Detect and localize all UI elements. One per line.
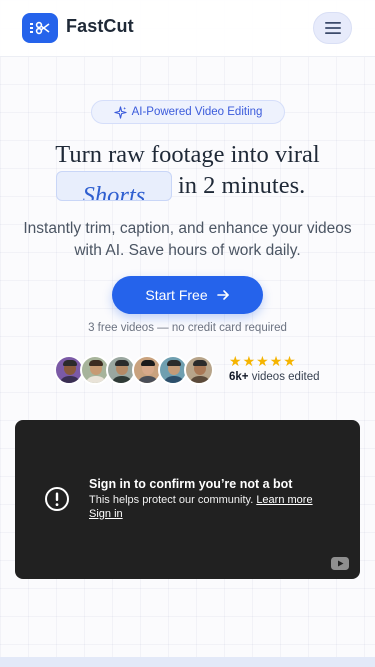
headline-highlight-box: Shorts (56, 171, 172, 201)
user-avatars (54, 355, 216, 385)
start-free-button[interactable]: Start Free (112, 276, 263, 314)
badge-label: AI-Powered Video Editing (131, 106, 263, 118)
start-free-label: Start Free (145, 287, 208, 303)
youtube-logo-icon[interactable] (331, 557, 349, 570)
hero-badge: AI-Powered Video Editing (91, 100, 285, 124)
arrow-right-icon (216, 290, 229, 300)
brand-name[interactable]: FastCut (66, 16, 134, 37)
rating-block: ★ ★ ★ ★ ★ 6k+ videos edited (229, 355, 319, 383)
hero-headline-line1: Turn raw footage into viral (55, 141, 320, 168)
videos-edited-count: 6k+ (229, 371, 249, 383)
avatar (184, 355, 214, 385)
alert-circle-icon (45, 487, 69, 511)
scissors-icon (30, 21, 50, 35)
videos-edited-text: 6k+ videos edited (229, 371, 319, 383)
star-icon: ★ (269, 354, 283, 370)
sign-in-link[interactable]: Sign in (89, 508, 123, 520)
hero-headline-line2: Shorts in 2 minutes. (56, 170, 305, 202)
star-icon: ★ (229, 354, 242, 370)
star-icon: ★ (283, 354, 296, 370)
hero-subtitle: Instantly trim, caption, and enhance you… (23, 220, 352, 259)
logo[interactable] (22, 13, 58, 43)
star-icon: ★ (256, 354, 269, 370)
headline-highlight: Shorts (82, 182, 146, 201)
bot-check-description: This helps protect our community. Learn … (89, 493, 351, 521)
star-rating: ★ ★ ★ ★ ★ (229, 355, 319, 369)
hamburger-menu-icon (324, 22, 341, 34)
bot-check-title: Sign in to confirm you’re not a bot (89, 477, 293, 491)
sparkle-icon (113, 105, 127, 119)
menu-button[interactable] (313, 12, 352, 44)
cta-note: 3 free videos — no credit card required (88, 322, 287, 334)
videos-edited-label: videos edited (248, 371, 320, 383)
next-section-edge (0, 657, 375, 667)
star-icon: ★ (242, 354, 256, 370)
top-navbar: FastCut (0, 0, 375, 57)
bot-check-text: This helps protect our community. (89, 494, 254, 506)
video-embed[interactable]: Sign in to confirm you’re not a bot This… (15, 420, 360, 579)
learn-more-link[interactable]: Learn more (256, 494, 312, 506)
headline-line2-text: in 2 minutes. (178, 172, 306, 199)
